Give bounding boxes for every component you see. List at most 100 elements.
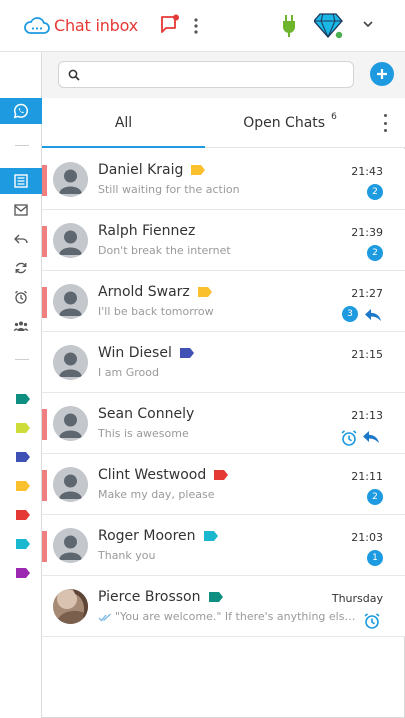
account-dropdown-button[interactable] (362, 20, 374, 28)
plug-icon (283, 15, 295, 37)
new-chat-flag-button[interactable] (160, 14, 180, 36)
chat-row[interactable]: Ralph Fiennez Don't break the internet 21:… (42, 210, 405, 271)
avatar[interactable] (53, 345, 88, 380)
unread-count-badge: 2 (367, 489, 383, 505)
sidebar-item-replied[interactable] (0, 226, 42, 252)
account-plan-button[interactable] (314, 12, 346, 40)
avatar[interactable] (53, 528, 88, 563)
contact-name: Win Diesel (98, 345, 194, 361)
team-icon (13, 321, 29, 331)
message-preview-text: Still waiting for the action (98, 183, 240, 196)
app-logo[interactable]: Chat inbox (24, 16, 138, 36)
chevron-down-icon (363, 21, 373, 28)
message-preview: This is awesome (98, 427, 189, 440)
message-preview-text: I'll be back tomorrow (98, 305, 214, 318)
logo-text: Chat inbox (54, 16, 138, 35)
tag-icon (16, 510, 30, 520)
message-time: Thursday (331, 592, 383, 605)
sidebar-tag-item[interactable] (16, 476, 30, 491)
reply-icon (14, 234, 28, 244)
tab-count-badge: 6 (331, 112, 337, 122)
message-preview: Thank you (98, 549, 155, 562)
contact-name: Daniel Kraig (98, 162, 206, 178)
flag-chat-icon (161, 14, 179, 33)
chat-row[interactable]: Arnold Swarz I'll be back tomorrow 21:27 3 (42, 271, 405, 332)
connection-status[interactable] (281, 14, 297, 38)
user-placeholder-icon (53, 345, 88, 380)
contact-name-text: Pierce Brosson (98, 589, 201, 605)
alarm-icon (364, 613, 380, 629)
message-preview-text: Don't break the internet (98, 244, 231, 257)
sidebar-tag-item[interactable] (16, 418, 30, 433)
search-input[interactable] (85, 65, 345, 84)
contact-name-text: Clint Westwood (98, 467, 207, 483)
whatsapp-icon (13, 103, 29, 119)
avatar[interactable] (53, 467, 88, 502)
sidebar-item-inbox[interactable] (0, 168, 42, 194)
avatar[interactable] (53, 223, 88, 258)
tag-icon (203, 531, 218, 541)
message-preview: Make my day, please (98, 488, 214, 501)
chat-row[interactable]: Sean Connely This is awesome 21:13 (42, 393, 405, 454)
sidebar-item-followup[interactable] (0, 255, 42, 281)
chat-tabs: All Open Chats 6 (42, 98, 405, 148)
user-placeholder-icon (53, 467, 88, 502)
profile-photo (53, 589, 88, 624)
avatar[interactable] (53, 589, 88, 624)
chat-row[interactable]: Daniel Kraig Still waiting for the action… (42, 149, 405, 210)
priority-indicator (42, 165, 47, 196)
message-preview-text: I am Grood (98, 366, 159, 379)
message-preview-text: Make my day, please (98, 488, 215, 501)
sidebar-item-whatsapp[interactable] (0, 98, 42, 124)
chat-row[interactable]: Clint Westwood Make my day, please 21:11 2 (42, 454, 405, 515)
contact-name: Roger Mooren (98, 528, 218, 544)
active-tab-indicator (42, 146, 205, 148)
tag-icon (16, 481, 30, 491)
message-preview: Still waiting for the action (98, 183, 240, 196)
read-ticks-icon (98, 613, 111, 621)
chat-row[interactable]: Roger Mooren Thank you 21:03 1 (42, 515, 405, 576)
user-placeholder-icon (53, 284, 88, 319)
message-time: 21:43 (351, 165, 383, 178)
tab-label: Open Chats (243, 115, 326, 131)
priority-indicator (42, 409, 47, 440)
avatar[interactable] (53, 284, 88, 319)
chat-row[interactable]: Pierce Brosson "You are welcome." If ther… (42, 576, 405, 637)
sidebar-tag-item[interactable] (16, 534, 30, 549)
sidebar-item-mail[interactable] (0, 197, 42, 223)
header-menu-button[interactable] (193, 17, 199, 35)
message-time: 21:27 (351, 287, 383, 300)
message-preview-text: "You are welcome." If there's anything e… (115, 610, 360, 623)
reply-icon (363, 431, 379, 443)
sidebar-item-reminders[interactable] (0, 284, 42, 310)
sidebar-item-team[interactable] (0, 313, 42, 339)
sidebar-tag-item[interactable] (16, 447, 30, 462)
priority-indicator (42, 531, 47, 562)
chat-row[interactable]: Win Diesel I am Grood 21:15 (42, 332, 405, 393)
tag-icon (208, 592, 223, 602)
chat-cloud-icon (24, 16, 50, 34)
tab-label: All (114, 115, 133, 131)
tabs-menu-button[interactable] (380, 114, 390, 132)
new-chat-button[interactable] (370, 62, 394, 86)
tab-all[interactable]: All (42, 98, 205, 148)
inbox-icon (14, 174, 28, 188)
sidebar-tag-item[interactable] (16, 505, 30, 520)
sidebar-divider (15, 145, 29, 146)
contact-name: Sean Connely (98, 406, 194, 422)
tag-icon (16, 423, 30, 433)
tab-open-chats[interactable]: Open Chats 6 (205, 98, 375, 148)
contact-name-text: Win Diesel (98, 345, 172, 361)
tag-icon (16, 568, 30, 578)
avatar[interactable] (53, 406, 88, 441)
tag-icon (16, 452, 30, 462)
user-placeholder-icon (53, 223, 88, 258)
contact-name: Arnold Swarz (98, 284, 212, 300)
sidebar-tag-item[interactable] (16, 389, 30, 404)
message-preview-text: Thank you (98, 549, 156, 562)
tag-icon (214, 470, 229, 480)
sidebar-tag-item[interactable] (16, 563, 30, 578)
alarm-icon (15, 290, 27, 304)
message-preview: I'll be back tomorrow (98, 305, 214, 318)
avatar[interactable] (53, 162, 88, 197)
